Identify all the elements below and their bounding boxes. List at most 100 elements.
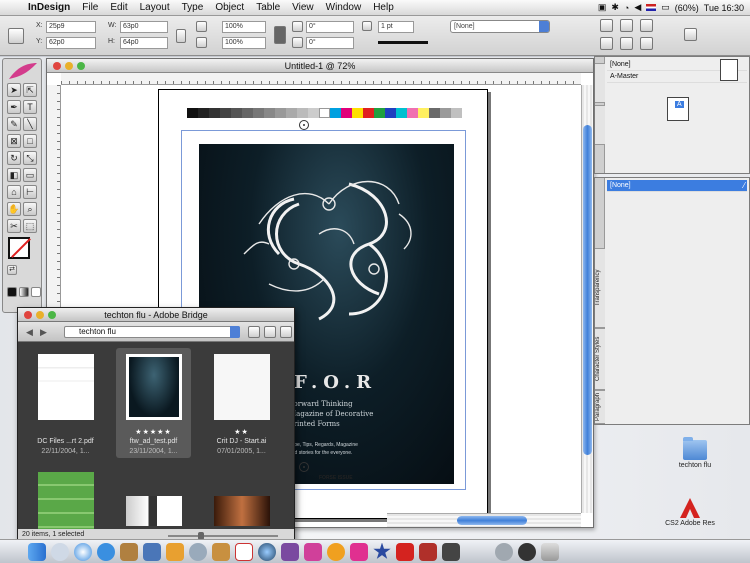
bridge-thumb-2-rating[interactable]: ★★★★★ xyxy=(116,428,191,436)
type-tool-icon[interactable]: T xyxy=(23,100,37,114)
x-field[interactable]: 25p9 xyxy=(46,21,96,33)
eyedropper-tool-icon[interactable]: ⌂ xyxy=(7,185,21,199)
tab-character-styles[interactable]: Character Styles xyxy=(595,328,605,390)
dashboard-icon[interactable] xyxy=(518,542,536,561)
y-field[interactable]: 62p0 xyxy=(46,37,96,49)
feather-icon[interactable] xyxy=(281,542,299,561)
measure-tool-icon[interactable]: ⊢ xyxy=(23,185,37,199)
bridge-thumb-1[interactable]: DC Files ...rt 2.pdf 22/11/2004, 1... xyxy=(28,348,103,458)
bridge-minimize-icon[interactable] xyxy=(36,311,44,319)
desktop-adobe-alias[interactable]: CS2 Adobe Res xyxy=(650,498,730,527)
bridge-zoom-icon[interactable] xyxy=(48,311,56,319)
menu-view[interactable]: View xyxy=(286,2,320,13)
scale-x-field[interactable]: 100% xyxy=(222,21,266,33)
tab-paragraph[interactable]: Paragraph xyxy=(595,390,605,424)
shear-field[interactable]: 0° xyxy=(306,37,354,49)
palette-menu-icon[interactable] xyxy=(684,28,697,41)
pencil-tool-icon[interactable]: ✎ xyxy=(7,117,21,131)
fill-swatch-dropdown[interactable]: [None] xyxy=(450,20,550,33)
scissors-tool-icon[interactable]: ✂ xyxy=(7,219,21,233)
thumbnail-size-slider[interactable] xyxy=(168,532,278,540)
forward-icon[interactable]: ▶ xyxy=(40,327,50,337)
calendar-icon[interactable] xyxy=(235,542,253,561)
bridge-view-button-2[interactable] xyxy=(264,326,276,338)
bridge-thumb-2[interactable]: ★★★★★ ftw_ad_test.pdf 23/11/2004, 1... xyxy=(116,348,191,458)
rotate-tool-icon[interactable]: ↻ xyxy=(7,151,21,165)
swap-colors-icon[interactable]: ⇄ xyxy=(7,265,17,275)
hand-tool-icon[interactable]: ✋ xyxy=(7,202,21,216)
bridge-thumb-4[interactable] xyxy=(28,466,103,532)
bridge-view-button-3[interactable] xyxy=(280,326,292,338)
guitar-icon[interactable] xyxy=(212,542,230,561)
minimize-icon[interactable] xyxy=(65,62,73,70)
bridge-view-button-1[interactable] xyxy=(248,326,260,338)
clock[interactable]: Tue 16:30 xyxy=(704,3,744,13)
menu-type[interactable]: Type xyxy=(176,2,210,13)
apply-none-icon[interactable] xyxy=(31,287,41,297)
flower-icon[interactable] xyxy=(327,542,345,561)
bridge-thumb-3[interactable]: ★★ Crit DJ - Start.ai 07/01/2005, 1... xyxy=(204,348,279,458)
scale-y-field[interactable]: 100% xyxy=(222,37,266,49)
menu-layout[interactable]: Layout xyxy=(134,2,176,13)
zoom-icon[interactable] xyxy=(77,62,85,70)
selection-tool-icon[interactable]: ➤ xyxy=(7,83,21,97)
align-icon-6[interactable] xyxy=(640,37,653,50)
align-icon-1[interactable] xyxy=(600,19,613,32)
illustrator-icon[interactable] xyxy=(166,542,184,561)
line-tool-icon[interactable]: ╲ xyxy=(23,117,37,131)
menu-app[interactable]: InDesign xyxy=(22,2,76,13)
tab-layers[interactable] xyxy=(595,105,605,145)
battery-icon[interactable]: ▭ xyxy=(661,2,670,13)
bridge-close-icon[interactable] xyxy=(24,311,32,319)
quicktime-icon[interactable] xyxy=(258,542,276,561)
vertical-scrollbar[interactable] xyxy=(581,85,593,513)
horizontal-scroll-thumb[interactable] xyxy=(457,516,527,525)
desktop-folder[interactable]: techton flu xyxy=(665,437,725,469)
ichat-icon[interactable] xyxy=(97,542,115,561)
horizontal-ruler[interactable] xyxy=(61,73,581,85)
tab-pages[interactable] xyxy=(595,63,605,103)
finder-icon[interactable] xyxy=(28,542,46,561)
align-icon-5[interactable] xyxy=(620,37,633,50)
adobe-bridge-icon[interactable] xyxy=(419,542,437,561)
align-icon-2[interactable] xyxy=(620,19,633,32)
system-prefs-icon[interactable] xyxy=(495,542,513,561)
apply-gradient-icon[interactable] xyxy=(19,287,29,297)
reference-point-icon[interactable] xyxy=(8,28,24,44)
constrain-proportions-icon[interactable] xyxy=(176,29,186,43)
bridge-path-dropdown[interactable]: techton flu xyxy=(64,326,240,338)
apply-color-icon[interactable] xyxy=(7,287,17,297)
fill-stroke-swatch-icon[interactable] xyxy=(8,237,30,259)
rectangle-tool-icon[interactable]: □ xyxy=(23,134,37,148)
h-field[interactable]: 64p0 xyxy=(120,37,168,49)
constrain-scale-icon[interactable] xyxy=(274,26,286,44)
pen-tool-icon[interactable]: ✒ xyxy=(7,100,21,114)
wifi-icon[interactable]: ◔ xyxy=(624,3,629,13)
bridge-thumb-3-rating[interactable]: ★★ xyxy=(204,428,279,436)
star-icon[interactable] xyxy=(373,542,391,559)
stroke-type-preview[interactable] xyxy=(378,41,428,44)
menu-object[interactable]: Object xyxy=(209,2,250,13)
gorilla-icon[interactable] xyxy=(442,542,460,561)
address-book-icon[interactable] xyxy=(120,542,138,561)
safari-icon[interactable] xyxy=(74,542,92,561)
pinwheel-icon[interactable] xyxy=(350,542,368,561)
button-tool-icon[interactable]: ▭ xyxy=(23,168,37,182)
display-icon[interactable]: ▣ xyxy=(598,2,607,13)
w-field[interactable]: 63p0 xyxy=(120,21,168,33)
menu-window[interactable]: Window xyxy=(320,2,368,13)
menu-edit[interactable]: Edit xyxy=(104,2,133,13)
menu-file[interactable]: File xyxy=(76,2,104,13)
back-icon[interactable]: ◀ xyxy=(26,327,36,337)
mail-icon[interactable] xyxy=(51,542,69,561)
indesign-icon[interactable] xyxy=(304,542,322,561)
zoom-tool-icon[interactable]: ⌕ xyxy=(23,202,37,216)
direct-selection-tool-icon[interactable]: ⇱ xyxy=(23,83,37,97)
flag-icon[interactable] xyxy=(646,4,657,11)
align-icon-3[interactable] xyxy=(640,19,653,32)
bluetooth-icon[interactable]: ✱ xyxy=(611,2,619,13)
vertical-scroll-thumb[interactable] xyxy=(583,125,592,455)
bridge-thumb-6[interactable] xyxy=(204,466,279,530)
rectangle-frame-tool-icon[interactable]: ⊠ xyxy=(7,134,21,148)
trash-icon[interactable] xyxy=(541,542,559,561)
